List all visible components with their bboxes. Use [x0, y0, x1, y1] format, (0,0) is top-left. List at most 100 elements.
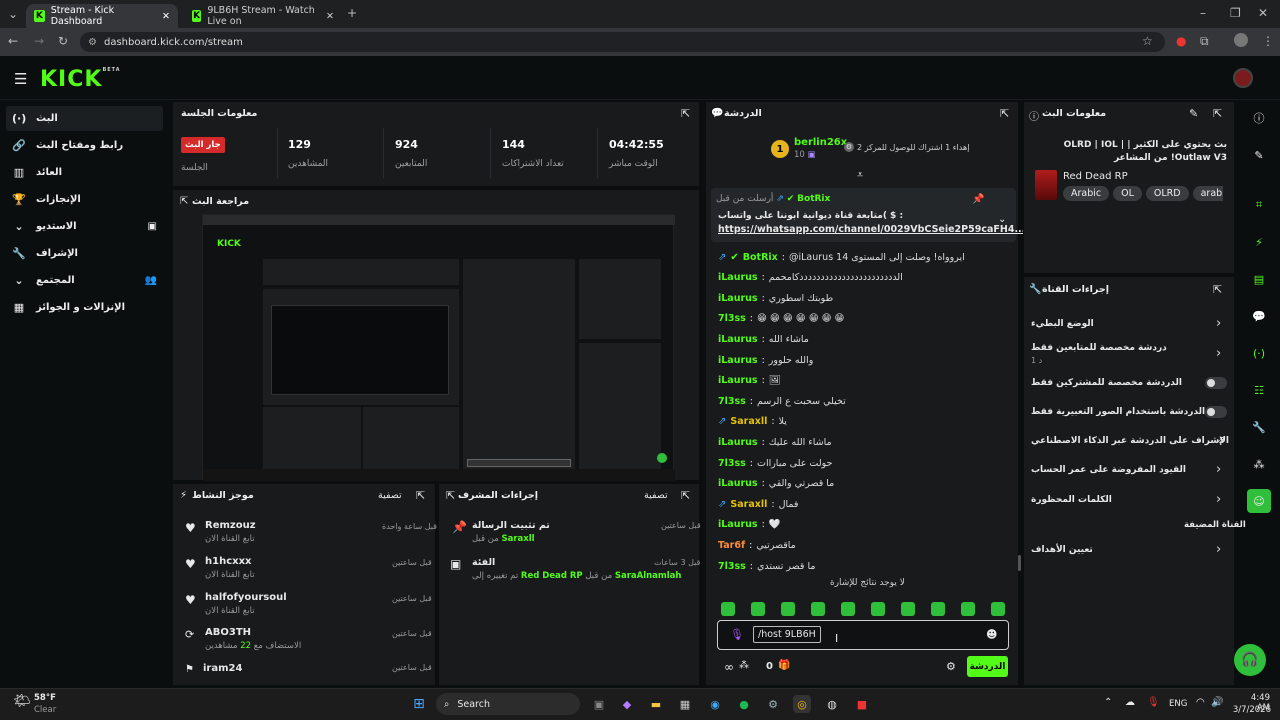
popout-icon[interactable]: ⇱ [416, 489, 425, 502]
url-input[interactable]: ⚙ dashboard.kick.com/stream [80, 32, 1165, 52]
reload-icon[interactable]: ↻ [58, 34, 68, 48]
maximize-icon[interactable]: ❐ [1230, 6, 1241, 20]
kick-logo[interactable]: KICKBETA [40, 67, 121, 92]
steam-icon[interactable]: ⚙ [764, 695, 782, 713]
hamburger-menu-icon[interactable]: ☰ [14, 70, 27, 88]
popout-icon[interactable]: ⇱ [1213, 283, 1222, 296]
tab-search-icon[interactable]: ⌄ [8, 7, 18, 21]
sidebar-item-community[interactable]: ⌄ المجتمع 👥 [6, 268, 163, 293]
popout-icon[interactable]: ⇱ [681, 489, 690, 502]
wrench-icon[interactable]: 🔧 [1247, 415, 1271, 439]
chat-username[interactable]: Saraxll [730, 499, 767, 510]
infinity-icon[interactable]: ∞ [724, 660, 734, 674]
emote-button[interactable] [751, 602, 765, 616]
close-window-icon[interactable]: ✕ [1258, 6, 1268, 20]
file-explorer-icon[interactable]: ▬ [647, 695, 665, 713]
emote-button[interactable] [931, 602, 945, 616]
followers-only-label[interactable]: دردشة مخصصة للمتابعين فقط [1031, 343, 1167, 353]
tag-chip[interactable]: OLRD [1145, 186, 1189, 201]
chrome-icon[interactable]: ◎ [793, 695, 811, 713]
close-tab-icon[interactable]: ✕ [162, 11, 170, 22]
help-headset-icon[interactable]: 🎧 [1234, 644, 1266, 676]
points-icon[interactable]: ⁂ [739, 660, 749, 671]
activity-user[interactable]: h1hcxxx [205, 556, 251, 567]
chat-username[interactable]: iLaurus [718, 375, 758, 386]
browser-menu-icon[interactable]: ⋮ [1262, 34, 1274, 48]
chat-username[interactable]: 7l3ss [718, 458, 746, 469]
chat-username[interactable]: Saraxll [730, 416, 767, 427]
sidebar-item-drops[interactable]: ▦ الإنزالات و الجوائز [6, 295, 163, 320]
chat-username[interactable]: iLaurus [718, 355, 758, 366]
windows-start-icon[interactable]: ⊞ [410, 695, 428, 713]
chat-username[interactable]: 7l3ss [718, 396, 746, 407]
taskbar-search[interactable]: ⌕ Search [436, 693, 580, 715]
app-icon[interactable]: ■ [853, 695, 871, 713]
top-gifter-name[interactable]: berlin26x [794, 137, 847, 148]
layout-icon[interactable]: ☷ [1247, 378, 1271, 402]
emote-button[interactable] [961, 602, 975, 616]
emote-button[interactable] [781, 602, 795, 616]
sidebar-item-stream[interactable]: (·) البث [6, 106, 163, 131]
tag-chip[interactable]: Arabic [1063, 186, 1110, 201]
tag-chip[interactable]: OL [1113, 186, 1142, 201]
new-tab-icon[interactable]: + [347, 6, 357, 20]
chat-username[interactable]: iLaurus [718, 272, 758, 283]
ai-moderation-label[interactable]: الإشراف على الدردشة عبر الذكاء الاصطناعي [1031, 436, 1229, 446]
popout-icon[interactable]: ⇱ [1000, 107, 1009, 120]
chat-username[interactable]: iLaurus [718, 519, 758, 530]
popout-icon[interactable]: ⇱ [1213, 107, 1222, 120]
edge-icon[interactable]: ◉ [706, 695, 724, 713]
info-icon[interactable]: ⓘ [1247, 106, 1271, 130]
weather-icon[interactable]: 🌤 [13, 693, 31, 709]
profile-avatar-icon[interactable] [1234, 33, 1248, 47]
sidebar-item-revenue[interactable]: ▥ العائد [6, 160, 163, 185]
extensions-puzzle-icon[interactable]: ⧉ [1200, 34, 1209, 49]
activity-user[interactable]: halfofyoursoul [205, 592, 287, 603]
language-indicator[interactable]: ENG [1169, 699, 1187, 709]
clock-date[interactable]: 3/7/2026 [1231, 705, 1271, 715]
site-info-icon[interactable]: ⚙ [88, 37, 97, 48]
chevron-down-icon[interactable]: ⌄ [998, 214, 1006, 225]
emote-only-toggle[interactable] [1205, 406, 1227, 418]
gift-cta[interactable]: 2 إهداء 1 اشتراك للوصول للمركز [857, 143, 969, 152]
chat-icon[interactable]: 💬 [1247, 304, 1271, 328]
chevron-right-icon[interactable]: › [1216, 542, 1221, 557]
chat-scrollbar[interactable] [1018, 555, 1021, 571]
chevron-right-icon[interactable]: › [1216, 346, 1221, 361]
popout-icon[interactable]: ⇱ [180, 196, 188, 207]
emote-button[interactable] [841, 602, 855, 616]
browser-tab-dashboard[interactable]: K Stream - Kick Dashboard ✕ [26, 4, 178, 28]
emoji-icon[interactable]: ☻ [986, 628, 997, 641]
points-icon[interactable]: ⁂ [1247, 452, 1271, 476]
account-age-label[interactable]: القيود المفروضة على عمر الحساب [1031, 465, 1186, 475]
network-cloud-icon[interactable]: ☁ [1125, 697, 1135, 708]
subscribers-only-toggle[interactable] [1205, 377, 1227, 389]
chat-username[interactable]: iLaurus [718, 334, 758, 345]
spotify-icon[interactable]: ● [735, 695, 753, 713]
bookmark-star-icon[interactable]: ☆ [1142, 34, 1153, 48]
pinned-link[interactable]: https://whatsapp.com/channel/0029VbCSeie… [718, 224, 1025, 235]
mic-tray-icon[interactable]: 🎙 [1147, 697, 1160, 708]
tray-chevron-icon[interactable]: ⌃ [1104, 697, 1112, 708]
category-name[interactable]: Red Dead RP [1063, 171, 1128, 182]
chat-username[interactable]: Tar6f [718, 540, 745, 551]
chat-send-button[interactable]: الدردشة [967, 656, 1008, 677]
lightning-icon[interactable]: ⚡ [1247, 230, 1271, 254]
popout-icon[interactable]: ⇱ [446, 489, 455, 502]
wifi-icon[interactable]: ◠ [1196, 697, 1205, 708]
chevron-right-icon[interactable]: › [1216, 492, 1221, 507]
forward-icon[interactable]: → [34, 34, 44, 48]
emote-button[interactable] [991, 602, 1005, 616]
activity-user[interactable]: iram24 [203, 663, 242, 674]
emote-button[interactable] [901, 602, 915, 616]
set-goals-label[interactable]: تعيين الأهداف [1031, 545, 1093, 555]
task-view-icon[interactable]: ▣ [590, 695, 608, 713]
chevron-right-icon[interactable]: › [1216, 316, 1221, 331]
emote-button[interactable] [871, 602, 885, 616]
store-icon[interactable]: ▦ [676, 695, 694, 713]
mod-filter-button[interactable]: تصفية [644, 490, 668, 501]
emote-icon[interactable]: ☺ [1247, 489, 1271, 513]
clip-icon[interactable]: ⌗ [1247, 193, 1271, 217]
activity-filter-button[interactable]: تصفية [378, 490, 402, 501]
chat-username[interactable]: iLaurus [718, 437, 758, 448]
